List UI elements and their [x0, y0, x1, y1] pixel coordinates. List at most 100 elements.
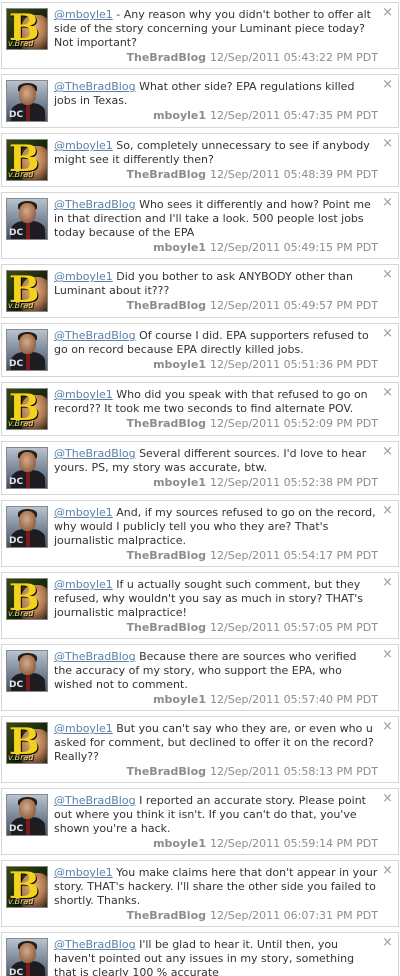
mention-link[interactable]: @mboyle1 [54, 722, 113, 735]
tweet-meta: mboyle1 12/Sep/2011 05:52:38 PM PDT [54, 476, 378, 490]
mention-link[interactable]: @mboyle1 [54, 866, 113, 879]
author-name[interactable]: mboyle1 [153, 476, 206, 489]
tweet-item: DC × @TheBradBlog Who sees it differently … [1, 192, 399, 259]
avatar-tag: v.Brad [8, 753, 34, 762]
author-name[interactable]: TheBradBlog [127, 909, 207, 922]
tweet-item: DC × @mboyle1 And, if my sources refused t… [1, 500, 399, 567]
author-name[interactable]: TheBradBlog [127, 168, 207, 181]
close-icon[interactable]: × [382, 864, 393, 877]
tweet-body: @mboyle1 Who did you speak with that ref… [54, 388, 378, 416]
tweet-item: Bv.Brad × @mboyle1 Who did you speak with … [1, 382, 399, 436]
close-icon[interactable]: × [382, 936, 393, 949]
mention-link[interactable]: @TheBradBlog [54, 80, 136, 93]
tweet-meta: TheBradBlog 12/Sep/2011 05:54:17 PM PDT [54, 549, 378, 563]
author-name[interactable]: mboyle1 [153, 693, 206, 706]
author-name[interactable]: TheBradBlog [127, 765, 207, 778]
tweet-item: DC × @TheBradBlog Because there are source… [1, 644, 399, 711]
tweet-body: @mboyle1 You make claims here that don't… [54, 866, 378, 908]
author-name[interactable]: TheBradBlog [127, 51, 207, 64]
mboyle-avatar[interactable]: DC [6, 447, 48, 489]
timestamp: 12/Sep/2011 05:49:15 PM PDT [210, 241, 378, 254]
bradblog-avatar[interactable]: Bv.Brad [6, 866, 48, 908]
tweet-item: DC × @TheBradBlog I'll be glad to hear it.… [1, 932, 399, 976]
avatar-tag: v.Brad [8, 170, 34, 179]
mention-link[interactable]: @TheBradBlog [54, 198, 136, 211]
avatar-tag: DC [9, 968, 24, 976]
close-icon[interactable]: × [382, 576, 393, 589]
mention-link[interactable]: @TheBradBlog [54, 938, 136, 951]
timestamp: 12/Sep/2011 05:49:57 PM PDT [210, 299, 378, 312]
close-icon[interactable]: × [382, 196, 393, 209]
timestamp: 12/Sep/2011 05:43:22 PM PDT [210, 51, 378, 64]
mention-link[interactable]: @TheBradBlog [54, 329, 136, 342]
tweet-meta: TheBradBlog 12/Sep/2011 05:43:22 PM PDT [54, 51, 378, 65]
author-name[interactable]: mboyle1 [153, 837, 206, 850]
tweet-meta: mboyle1 12/Sep/2011 05:47:35 PM PDT [54, 109, 378, 123]
mention-link[interactable]: @mboyle1 [54, 139, 113, 152]
tweet-body: @mboyle1 - Any reason why you didn't bot… [54, 8, 378, 50]
mboyle-avatar[interactable]: DC [6, 794, 48, 836]
mboyle-avatar[interactable]: DC [6, 506, 48, 548]
author-name[interactable]: TheBradBlog [127, 549, 207, 562]
bradblog-avatar[interactable]: Bv.Brad [6, 722, 48, 764]
author-name[interactable]: mboyle1 [153, 358, 206, 371]
timestamp: 12/Sep/2011 05:59:14 PM PDT [210, 837, 378, 850]
author-name[interactable]: TheBradBlog [127, 417, 207, 430]
mention-link[interactable]: @mboyle1 [54, 270, 113, 283]
timestamp: 12/Sep/2011 05:51:36 PM PDT [210, 358, 378, 371]
tweet-item: DC × @TheBradBlog What other side? EPA reg… [1, 74, 399, 128]
tweet-item: DC × @TheBradBlog I reported an accurate s… [1, 788, 399, 855]
bradblog-avatar[interactable]: Bv.Brad [6, 139, 48, 181]
timestamp: 12/Sep/2011 05:47:35 PM PDT [210, 109, 378, 122]
mboyle-avatar[interactable]: DC [6, 938, 48, 976]
tweet-meta: mboyle1 12/Sep/2011 05:51:36 PM PDT [54, 358, 378, 372]
mention-link[interactable]: @TheBradBlog [54, 794, 136, 807]
tweet-item: Bv.Brad × @mboyle1 - Any reason why you di… [1, 2, 399, 69]
close-icon[interactable]: × [382, 78, 393, 91]
close-icon[interactable]: × [382, 504, 393, 517]
mboyle-avatar[interactable]: DC [6, 80, 48, 122]
bradblog-avatar[interactable]: Bv.Brad [6, 388, 48, 430]
bradblog-avatar[interactable]: Bv.Brad [6, 8, 48, 50]
mention-link[interactable]: @mboyle1 [54, 506, 113, 519]
avatar-tag: v.Brad [8, 39, 34, 48]
bradblog-avatar[interactable]: Bv.Brad [6, 270, 48, 312]
avatar-tag: DC [9, 536, 24, 546]
close-icon[interactable]: × [382, 386, 393, 399]
mention-link[interactable]: @TheBradBlog [54, 650, 136, 663]
close-icon[interactable]: × [382, 6, 393, 19]
mention-link[interactable]: @TheBradBlog [54, 447, 136, 460]
avatar-tag: DC [9, 680, 24, 690]
tweet-body: @TheBradBlog Of course I did. EPA suppor… [54, 329, 378, 357]
author-name[interactable]: TheBradBlog [127, 299, 207, 312]
timestamp: 12/Sep/2011 05:54:17 PM PDT [210, 549, 378, 562]
tweet-item: Bv.Brad × @mboyle1 Did you bother to ask A… [1, 264, 399, 318]
tweet-body: @TheBradBlog Because there are sources w… [54, 650, 378, 692]
tweet-meta: TheBradBlog 12/Sep/2011 05:57:05 PM PDT [54, 621, 378, 635]
mboyle-avatar[interactable]: DC [6, 329, 48, 371]
avatar-tag: DC [9, 824, 24, 834]
author-name[interactable]: mboyle1 [153, 109, 206, 122]
tweet-meta: TheBradBlog 12/Sep/2011 05:49:57 PM PDT [54, 299, 378, 313]
author-name[interactable]: mboyle1 [153, 241, 206, 254]
close-icon[interactable]: × [382, 268, 393, 281]
close-icon[interactable]: × [382, 327, 393, 340]
timestamp: 12/Sep/2011 05:48:39 PM PDT [210, 168, 378, 181]
close-icon[interactable]: × [382, 720, 393, 733]
tweet-item: Bv.Brad × @mboyle1 So, completely unnecess… [1, 133, 399, 187]
bradblog-avatar[interactable]: Bv.Brad [6, 578, 48, 620]
close-icon[interactable]: × [382, 137, 393, 150]
mention-link[interactable]: @mboyle1 [54, 8, 113, 21]
mboyle-avatar[interactable]: DC [6, 650, 48, 692]
close-icon[interactable]: × [382, 792, 393, 805]
mboyle-avatar[interactable]: DC [6, 198, 48, 240]
author-name[interactable]: TheBradBlog [127, 621, 207, 634]
mention-link[interactable]: @mboyle1 [54, 578, 113, 591]
close-icon[interactable]: × [382, 445, 393, 458]
mention-link[interactable]: @mboyle1 [54, 388, 113, 401]
tweet-body: @TheBradBlog I reported an accurate stor… [54, 794, 378, 836]
tweet-item: Bv.Brad × @mboyle1 If u actually sought su… [1, 572, 399, 639]
tweet-body: @mboyle1 If u actually sought such comme… [54, 578, 378, 620]
tweet-meta: mboyle1 12/Sep/2011 05:49:15 PM PDT [54, 241, 378, 255]
close-icon[interactable]: × [382, 648, 393, 661]
